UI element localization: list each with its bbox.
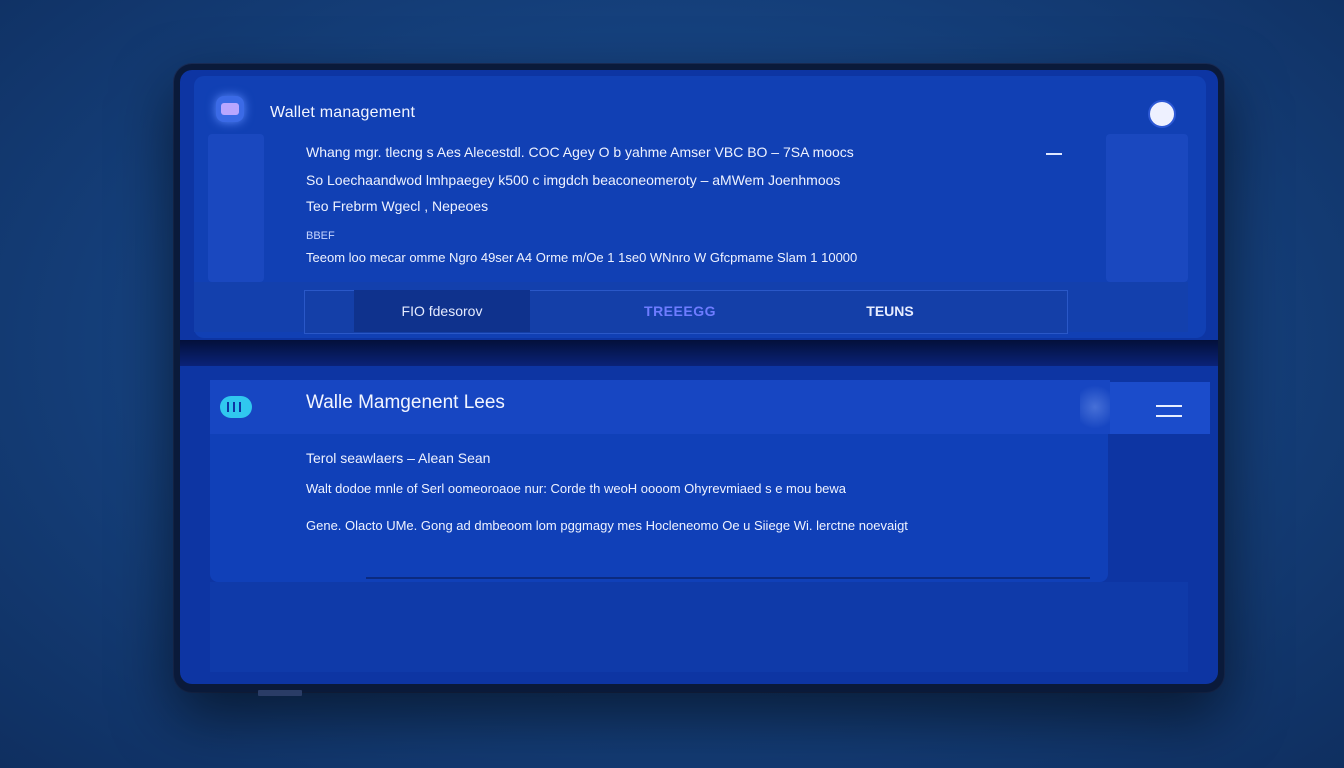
user-avatar-icon[interactable] [1148,100,1176,128]
window-header: Wallet management [194,76,1206,136]
wallet-card-icon [220,396,252,418]
summary-line-2: So Loechaandwod lmhpaegey k500 c imgdch … [306,172,841,188]
summary-line-5: Teeom loo mecar omme Ngro 49ser A4 Orme … [306,250,858,265]
lower-window-title: Walle Mamgenent Lees [306,392,505,413]
detail-line-1: Terol seawlaers – Alean Sean [306,450,491,466]
window-divider [180,340,1218,366]
app-title: Wallet management [270,104,416,121]
summary-line-4: BBEF [306,230,335,242]
wallet-app-icon [216,96,244,122]
detail-line-3: Gene. Olacto UMe. Gong ad dmbeoom lom pg… [306,518,908,533]
summary-dash [1046,153,1062,155]
summary-line-3: Teo Frebrm Wgecl , Nepeoes [306,198,489,214]
left-side-panel [208,134,264,282]
right-side-panel [1106,134,1188,282]
tab-third[interactable]: TEUNS [830,290,950,332]
tab-second[interactable]: TREEEGG [612,290,748,332]
screen: Wallet management Whang mgr. tlecng s Ae… [180,70,1218,684]
detail-line-2: Walt dodoe mnle of Serl oomeoroaoe nur: … [306,481,847,496]
monitor-label [258,690,302,696]
hamburger-menu-icon[interactable] [1156,405,1182,417]
tab-first[interactable]: FIO fdesorov [354,290,530,332]
header-glow [1080,380,1110,434]
summary-line-1: Whang mgr. tlecng s Aes Alecestdl. COC A… [306,144,854,160]
card-underline [366,577,1090,579]
empty-area [210,582,1188,672]
